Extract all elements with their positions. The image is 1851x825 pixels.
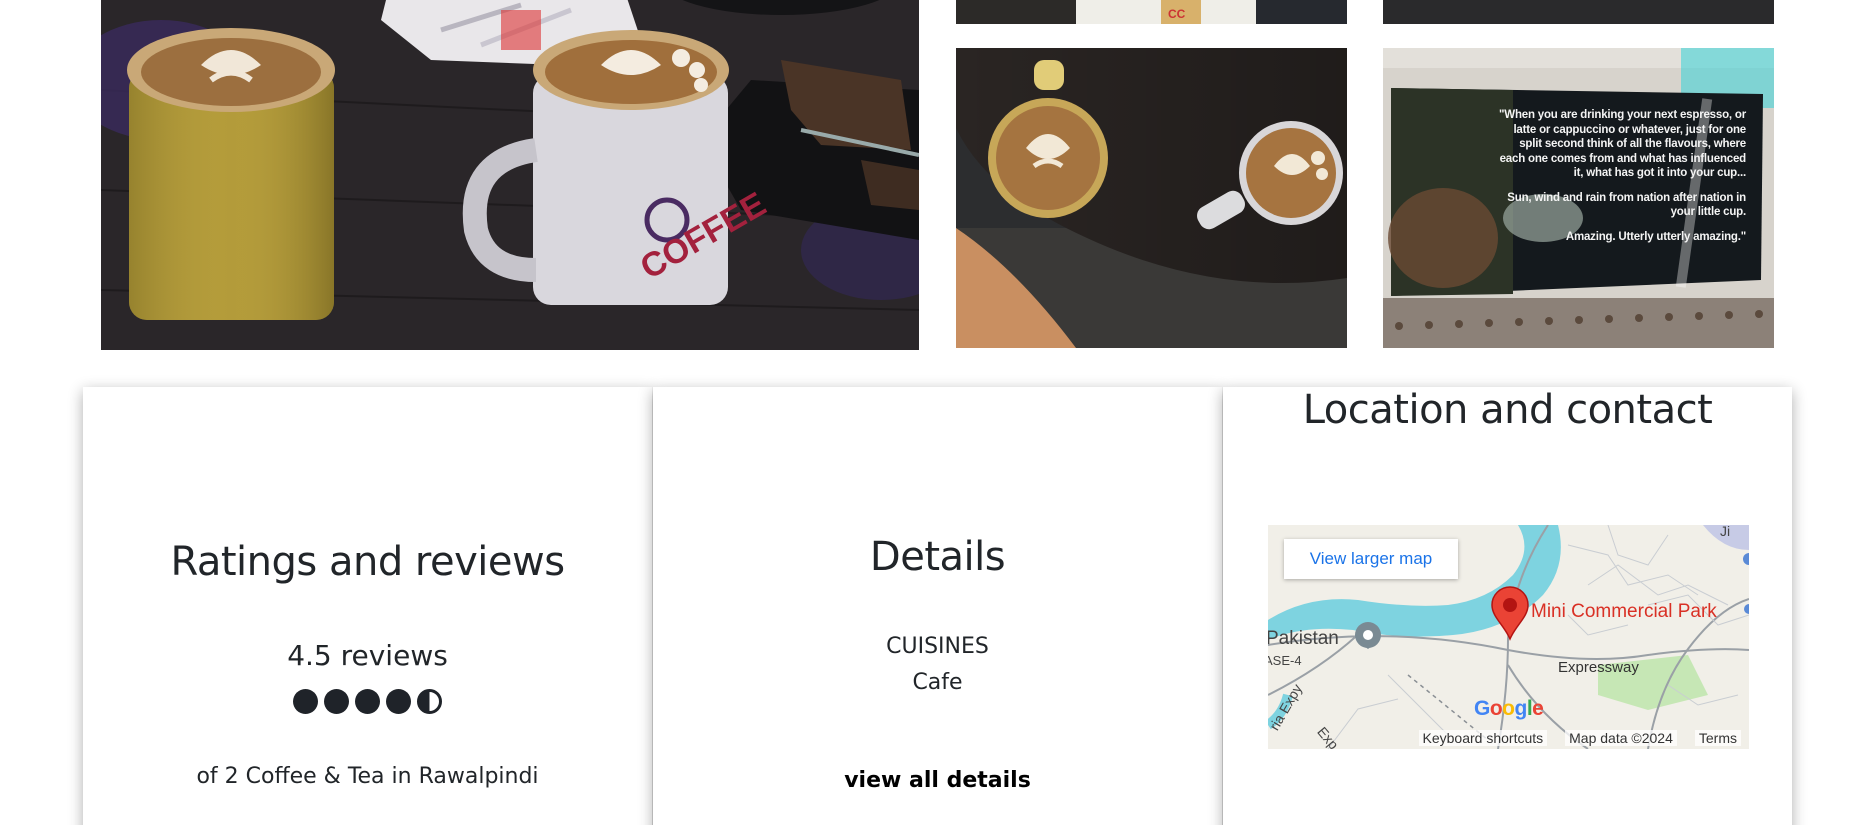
details-card: Details CUISINES Cafe view all details [653,387,1222,825]
keyboard-shortcuts-link[interactable]: Keyboard shortcuts [1418,730,1548,746]
main-photo-latte-mugs[interactable]: COFFEE [101,0,919,350]
rating-summary: 4.5 reviews [287,639,448,672]
map-label-expressway: Expressway [1558,659,1639,676]
photo-gallery: COFFEE CC "When you are drinking your ne… [0,0,1851,360]
cuisines-label: CUISINES [886,634,989,659]
details-heading: Details [869,534,1006,580]
view-all-details-link[interactable]: view all details [653,768,1222,793]
location-heading: Location and contact [1302,387,1713,433]
filled-circle-icon [386,689,411,714]
photo-quote-wall[interactable]: "When you are drinking your next espress… [1383,48,1774,348]
view-larger-map-button[interactable]: View larger map [1284,539,1458,579]
terms-link[interactable]: Terms [1694,730,1741,746]
rating-bubbles [83,689,652,714]
filled-circle-icon [293,689,318,714]
map-label-se4: ASE-4 [1268,653,1302,668]
ratings-heading: Ratings and reviews [170,539,565,585]
map-pin-icon[interactable] [1490,585,1530,641]
map-label-ji: Ji [1720,525,1731,539]
photo-thumbnail-top-right[interactable] [1383,0,1774,24]
quote-line-1: "When you are drinking your next espress… [1499,109,1746,179]
photo-thumbnail-top-left[interactable]: CC [956,0,1347,24]
ratings-card: Ratings and reviews 4.5 reviews of 2 Cof… [83,387,652,825]
quote-line-3: Amazing. Utterly utterly amazing." [1565,230,1746,243]
filled-circle-icon [324,689,349,714]
map-data-attribution: Map data ©2024 [1565,730,1677,746]
embedded-map[interactable]: Ji Pakistan ASE-4 Mini Commercial Park E… [1268,525,1749,749]
svg-text:CC: CC [1168,7,1186,21]
map-label-pakistan: Pakistan [1268,628,1339,649]
half-circle-icon [417,689,442,714]
map-place-label[interactable]: Mini Commercial Park [1531,601,1717,623]
location-card: Location and contact Ji Pakistan ASE-4 M… [1223,387,1792,825]
map-footer: Keyboard shortcuts Map data ©2024 Terms [1268,727,1749,749]
filled-circle-icon [355,689,380,714]
photo-two-cups-overhead[interactable] [956,48,1347,348]
quote-wall-text: "When you are drinking your next espress… [1496,108,1746,254]
quote-line-2: Sun, wind and rain from nation after nat… [1507,191,1746,219]
cuisines-value: Cafe [912,670,963,695]
google-logo: Google [1474,697,1544,720]
ranking-text: of 2 Coffee & Tea in Rawalpindi [196,764,539,789]
